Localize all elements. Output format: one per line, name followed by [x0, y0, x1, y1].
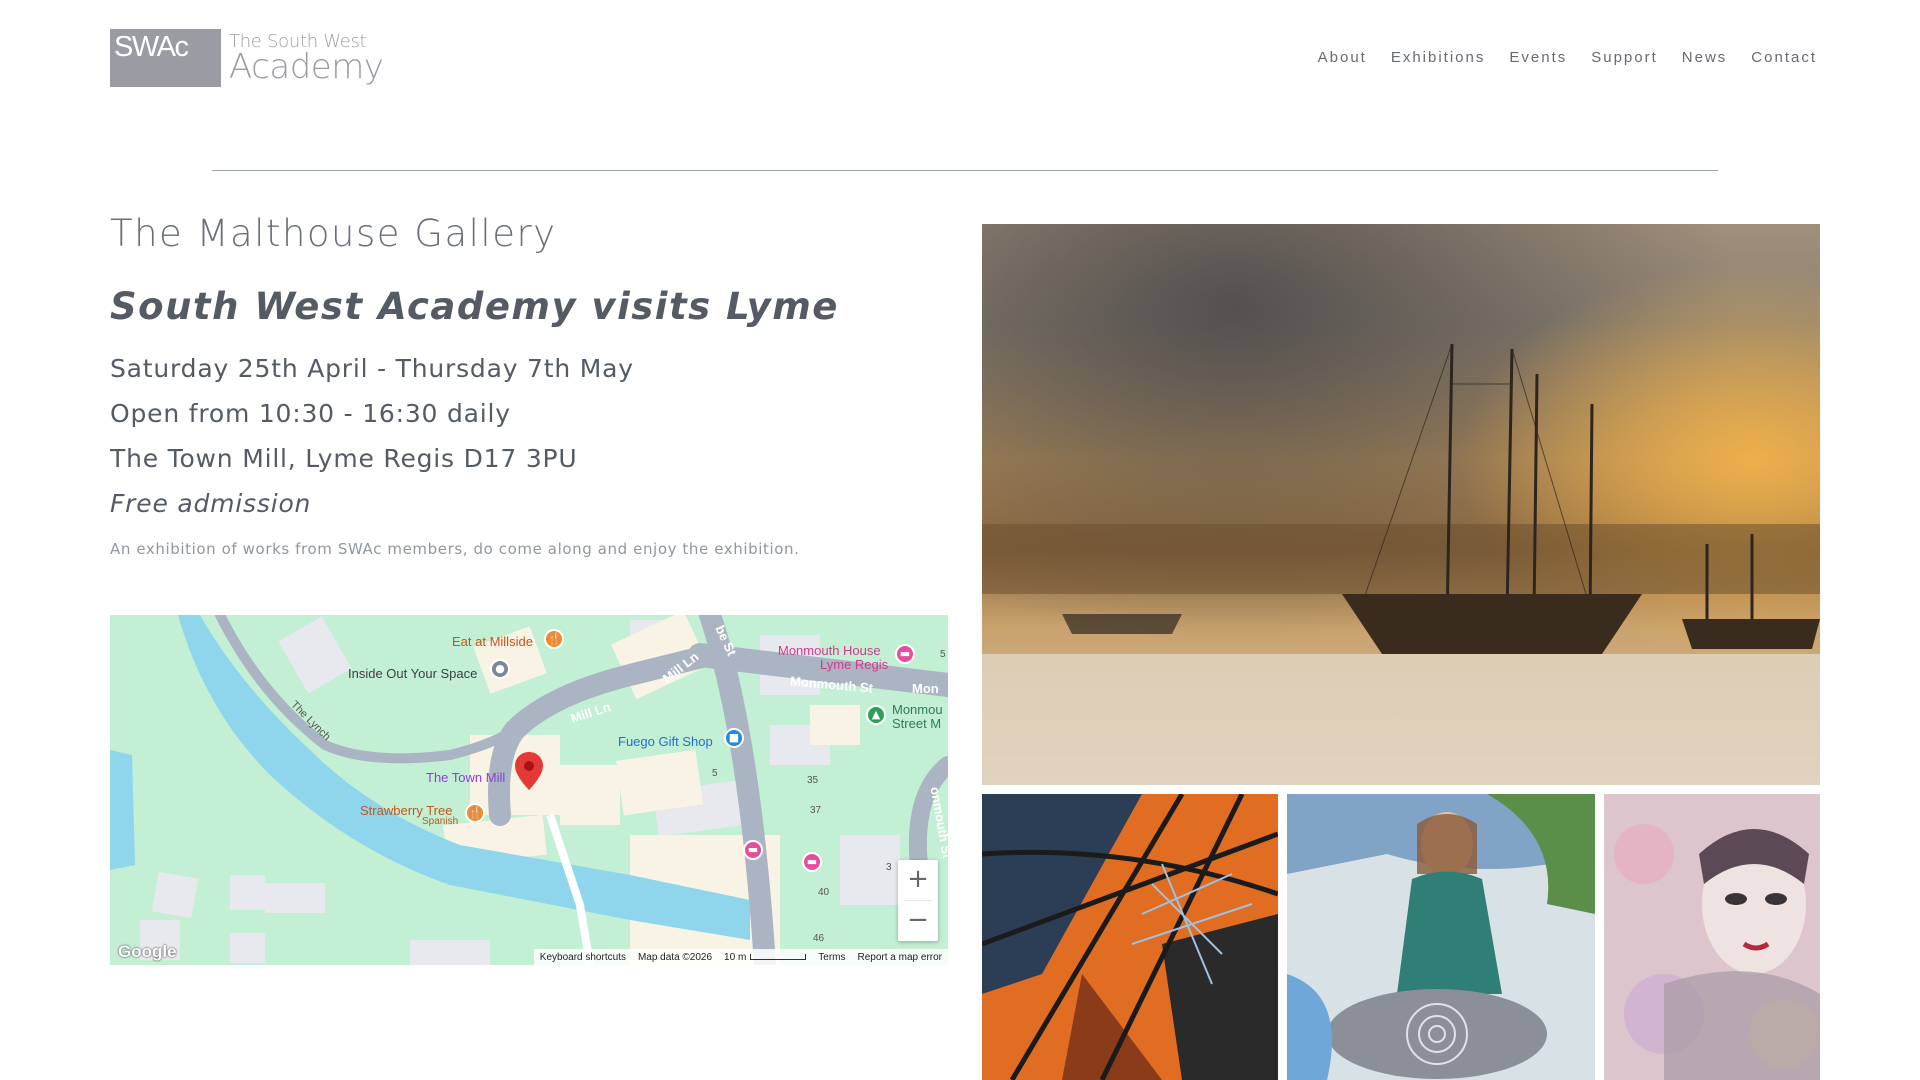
zoom-in-button[interactable]: + [898, 860, 938, 900]
map-label-monmouth-house-2: Lyme Regis [820, 657, 889, 672]
event-dates: Saturday 25th April - Thursday 7th May [110, 354, 634, 383]
map-number: 37 [810, 805, 822, 816]
restaurant-pin-icon[interactable]: 🍴 [465, 803, 485, 823]
map-number: 35 [807, 775, 819, 786]
map-label-strawberry-sub: Spanish [422, 816, 459, 827]
event-admission: Free admission [110, 489, 312, 518]
map-number: 5 [712, 768, 718, 779]
artwork-abstract-orange[interactable] [982, 794, 1278, 1080]
map-number: 40 [818, 887, 830, 898]
event-hours: Open from 10:30 - 16:30 daily [110, 399, 511, 428]
map-label-monmouth-street-2: Street M [892, 716, 942, 731]
event-details: The Malthouse Gallery South West Academy… [110, 212, 950, 558]
map-label-monmouth-st-cut: Mon [912, 681, 939, 696]
park-pin-icon[interactable]: ▲ [866, 705, 886, 725]
logo-mark: SWAc [110, 29, 221, 87]
map-label-town-mill: The Town Mill [426, 770, 506, 785]
nav-news[interactable]: News [1682, 49, 1728, 66]
featured-painting-ships[interactable] [982, 224, 1820, 785]
google-logo[interactable]: Google [118, 942, 177, 962]
nav-events[interactable]: Events [1509, 49, 1567, 66]
artwork-portrait-graphic [1604, 794, 1820, 1080]
hotel-pin-icon[interactable]: ▬ [743, 840, 763, 860]
logo-line-2: Academy [229, 46, 384, 87]
scale-bar [750, 953, 807, 960]
event-address: The Town Mill, Lyme Regis D17 3PU [110, 444, 578, 473]
restaurant-pin-icon[interactable]: 🍴 [544, 629, 564, 649]
artwork-abstract-graphic [982, 794, 1278, 1080]
place-pin-icon[interactable]: ● [490, 659, 510, 679]
event-title: South West Academy visits Lyme [110, 285, 839, 328]
main-nav: About Exhibitions Events Support News Co… [1318, 49, 1817, 66]
event-description: An exhibition of works from SWAc members… [110, 540, 800, 558]
map-label-eat-at-millside: Eat at Millside [452, 634, 533, 649]
site-logo[interactable]: SWAc The South West Academy [110, 29, 384, 87]
map-footer: Google Keyboard shortcuts Map data ©2026… [110, 942, 948, 965]
shop-pin-icon[interactable]: ■ [724, 728, 744, 748]
zoom-out-button[interactable]: − [898, 901, 938, 941]
nav-exhibitions[interactable]: Exhibitions [1391, 49, 1486, 66]
map-label-monmouth-street: Monmou [892, 702, 943, 717]
nav-contact[interactable]: Contact [1751, 49, 1817, 66]
map-label-monmouth-house: Monmouth House [778, 643, 881, 658]
hotel-pin-icon[interactable]: ▬ [802, 852, 822, 872]
map-scale-label: 10 m [724, 951, 747, 963]
map-scale[interactable]: 10 m [724, 951, 807, 963]
report-map-error-link[interactable]: Report a map error [858, 952, 942, 963]
nav-about[interactable]: About [1318, 49, 1367, 66]
terms-link[interactable]: Terms [818, 952, 845, 963]
header-divider [212, 170, 1718, 171]
map-attribution: Keyboard shortcuts Map data ©2026 10 m T… [533, 949, 948, 965]
map-zoom-controls: + − [898, 860, 938, 941]
keyboard-shortcuts-link[interactable]: Keyboard shortcuts [540, 952, 626, 963]
artwork-figure-graphic [1287, 794, 1595, 1080]
location-marker-icon[interactable] [515, 752, 543, 790]
painting-artwork [982, 224, 1820, 785]
map-data-text: Map data ©2026 [637, 951, 713, 963]
artwork-portrait-woman[interactable] [1604, 794, 1820, 1080]
page-title: The Malthouse Gallery [110, 212, 557, 255]
location-map[interactable]: Eat at Millside 🍴 Inside Out Your Space … [110, 615, 948, 965]
map-number: 3 [886, 862, 892, 873]
map-number: 5 [940, 649, 946, 660]
map-label-fuego: Fuego Gift Shop [618, 734, 713, 749]
map-label-inside-out: Inside Out Your Space [348, 666, 478, 681]
nav-support[interactable]: Support [1591, 49, 1658, 66]
artwork-woman-ammonite[interactable] [1287, 794, 1595, 1080]
hotel-pin-icon[interactable]: ▬ [895, 644, 915, 664]
logo-wordmark: The South West Academy [229, 32, 384, 87]
